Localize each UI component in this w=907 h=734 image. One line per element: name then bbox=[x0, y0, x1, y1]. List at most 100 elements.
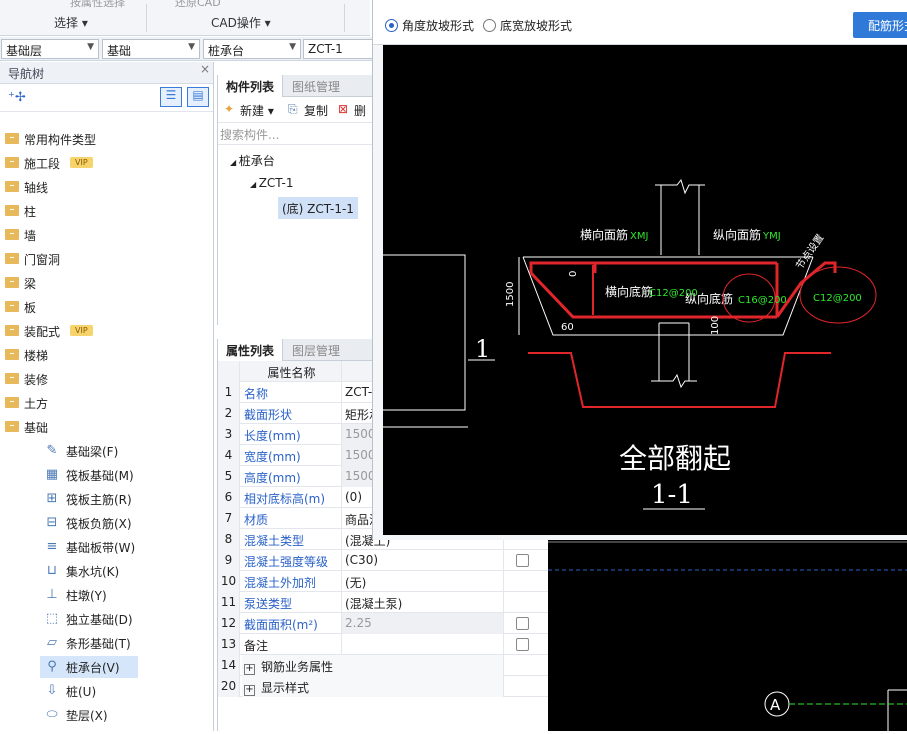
property-row[interactable]: 11 泵送类型 (混凝土泵) bbox=[218, 592, 549, 613]
property-row[interactable]: 14 + 钢筋业务属性 bbox=[218, 655, 549, 676]
cad-break-line bbox=[655, 178, 705, 195]
sub-item-raft-main-rebar[interactable]: ⊞ 筏板主筋(R) bbox=[40, 488, 212, 510]
sub-item-strip-footing[interactable]: ▱ 条形基础(T) bbox=[40, 632, 212, 654]
select-group-menu[interactable]: 选择 ▾ bbox=[54, 14, 88, 31]
attach-checkbox[interactable] bbox=[516, 554, 529, 567]
property-row[interactable]: 20 + 显示样式 bbox=[218, 676, 549, 697]
nav-item-column[interactable]: 柱 bbox=[0, 200, 213, 222]
property-name: 高度(mm) bbox=[242, 466, 342, 487]
cad-operations-menu[interactable]: CAD操作 ▾ bbox=[211, 14, 271, 31]
ribbon-divider bbox=[344, 4, 345, 32]
chevron-down-icon: ▼ bbox=[188, 42, 195, 52]
nav-item-stair[interactable]: 楼梯 bbox=[0, 344, 213, 366]
nav-item-earthwork[interactable]: 土方 bbox=[0, 392, 213, 414]
component-tabs: 构件列表 图纸管理 bbox=[218, 75, 372, 97]
property-value[interactable]: (无) bbox=[342, 571, 504, 592]
folder-plus-icon bbox=[5, 349, 19, 360]
nav-item-common-types[interactable]: 常用构件类型 bbox=[0, 128, 213, 150]
nav-item-label: 常用构件类型 bbox=[24, 133, 97, 147]
copy-icon: ⎘ bbox=[288, 102, 298, 116]
sub-item-label: 基础板带(W) bbox=[66, 541, 136, 555]
property-row-number: 6 bbox=[218, 487, 240, 508]
sub-item-pile-cap[interactable]: ⚲ 桩承台(V) bbox=[40, 656, 138, 678]
nav-item-slab[interactable]: 板 bbox=[0, 296, 213, 318]
property-value[interactable] bbox=[342, 634, 504, 655]
sub-item-foundation-strip[interactable]: ≡ 基础板带(W) bbox=[40, 536, 212, 558]
nav-item-wall[interactable]: 墙 bbox=[0, 224, 213, 246]
sub-item-raft-foundation[interactable]: ▦ 筏板基础(M) bbox=[40, 464, 212, 486]
select-by-property-button[interactable]: 按属性选择 bbox=[70, 0, 125, 10]
type-select-value: 桩承台 bbox=[208, 44, 245, 58]
sub-item-column-pier[interactable]: ⊥ 柱墩(Y) bbox=[40, 584, 212, 606]
tree-node-pile-cap[interactable]: ◢ 桩承台 bbox=[226, 149, 279, 171]
property-name: 截面面积(m²) bbox=[242, 613, 342, 634]
property-value[interactable]: 2.25 bbox=[342, 613, 504, 634]
nav-item-decoration[interactable]: 装修 bbox=[0, 368, 213, 390]
list-view-icon[interactable]: ☰ bbox=[160, 87, 182, 107]
restore-cad-button[interactable]: 还原CAD bbox=[175, 0, 221, 10]
sub-item-cushion[interactable]: ⬭ 垫层(X) bbox=[40, 704, 212, 726]
property-value[interactable]: (C30) bbox=[342, 550, 504, 571]
sub-item-raft-negative-rebar[interactable]: ⊟ 筏板负筋(X) bbox=[40, 512, 212, 534]
tree-node-label: (底) ZCT-1-1 bbox=[282, 202, 354, 216]
property-row[interactable]: 10 混凝土外加剂 (无) bbox=[218, 571, 549, 592]
property-row[interactable]: 13 备注 bbox=[218, 634, 549, 655]
nav-item-label: 装配式 bbox=[24, 325, 61, 339]
cad-label-longitudinal-top: 纵向面筋 bbox=[713, 227, 761, 242]
type-select[interactable]: 桩承台 ▼ bbox=[203, 39, 301, 59]
cad-label-transverse-top: 横向面筋 bbox=[580, 227, 628, 242]
radio-bottom-width-slope[interactable]: 底宽放坡形式 bbox=[483, 17, 572, 34]
nav-item-beam[interactable]: 梁 bbox=[0, 272, 213, 294]
axis-label-a: A bbox=[770, 696, 781, 714]
grid-view-icon[interactable]: ▤ bbox=[187, 87, 209, 107]
dialog-top-bar: 角度放坡形式 底宽放坡形式 bbox=[373, 0, 907, 45]
floor-select[interactable]: 基础层 ▼ bbox=[1, 39, 99, 59]
tab-property-list[interactable]: 属性列表 bbox=[218, 339, 284, 361]
component-search-input[interactable]: 搜索构件... bbox=[218, 123, 372, 145]
sub-item-sump-pit[interactable]: ⊔ 集水坑(K) bbox=[40, 560, 212, 582]
expand-plus-icon[interactable]: + bbox=[244, 664, 255, 675]
sub-item-foundation-beam[interactable]: ✎ 基础梁(F) bbox=[40, 440, 212, 462]
cad-title-all-up: 全部翻起 bbox=[619, 442, 731, 475]
new-button[interactable]: 新建 ▾ bbox=[240, 102, 274, 119]
sub-item-label: 筏板负筋(X) bbox=[66, 517, 132, 531]
chevron-down-icon: ▼ bbox=[87, 42, 94, 52]
tab-drawing-management[interactable]: 图纸管理 bbox=[284, 75, 348, 97]
cad-code-c12-right: C12@200 bbox=[813, 293, 862, 304]
category-select[interactable]: 基础 ▼ bbox=[102, 39, 200, 59]
sub-item-isolated-footing[interactable]: ⬚ 独立基础(D) bbox=[40, 608, 212, 630]
radio-angle-slope[interactable]: 角度放坡形式 bbox=[385, 17, 474, 34]
attach-checkbox[interactable] bbox=[516, 617, 529, 630]
tree-node-zct-1[interactable]: ◢ ZCT-1 bbox=[246, 173, 298, 195]
cad-drawing-view[interactable]: 1 1500 0 100 60 横向面筋 XMJ 纵向面筋 YMJ 横向底筋 C… bbox=[372, 45, 907, 535]
property-row-number: 10 bbox=[218, 571, 240, 592]
nav-item-construction-section[interactable]: 施工段 VIP bbox=[0, 152, 213, 174]
nav-item-axis[interactable]: 轴线 bbox=[0, 176, 213, 198]
nav-item-foundation[interactable]: 基础 bbox=[0, 416, 213, 438]
property-name: 名称 bbox=[242, 382, 342, 403]
delete-button[interactable]: 删 bbox=[354, 102, 366, 119]
tree-node-zct-1-1[interactable]: (底) ZCT-1-1 bbox=[278, 197, 358, 219]
isolated-footing-icon: ⬚ bbox=[45, 611, 59, 626]
floor-select-value: 基础层 bbox=[6, 44, 43, 58]
property-row[interactable]: 12 截面面积(m²) 2.25 bbox=[218, 613, 549, 634]
tab-layer-management[interactable]: 图层管理 bbox=[284, 339, 348, 361]
property-row-number: 20 bbox=[218, 676, 240, 697]
tab-component-list[interactable]: 构件列表 bbox=[218, 75, 284, 97]
cad-rebar-left-hook bbox=[529, 261, 597, 273]
expand-plus-icon[interactable]: + bbox=[244, 685, 255, 696]
nav-item-prefab[interactable]: 装配式 VIP bbox=[0, 320, 213, 342]
main-cad-canvas[interactable]: A bbox=[548, 540, 907, 731]
property-value[interactable]: (混凝土泵) bbox=[342, 592, 504, 613]
nav-item-label: 施工段 bbox=[24, 157, 61, 171]
config-rebar-button[interactable]: 配筋形式 bbox=[853, 12, 907, 38]
sub-item-pile[interactable]: ⇩ 桩(U) bbox=[40, 680, 212, 702]
new-icon: ✦ bbox=[224, 102, 235, 116]
component-select[interactable]: ZCT-1 bbox=[303, 39, 373, 59]
copy-button[interactable]: 复制 bbox=[304, 102, 328, 119]
property-row[interactable]: 9 混凝土强度等级 (C30) bbox=[218, 550, 549, 571]
attach-checkbox[interactable] bbox=[516, 638, 529, 651]
close-icon[interactable]: × bbox=[200, 62, 210, 76]
pin-add-icon[interactable]: ⁺✢ bbox=[8, 90, 26, 105]
nav-item-door-window[interactable]: 门窗洞 bbox=[0, 248, 213, 270]
